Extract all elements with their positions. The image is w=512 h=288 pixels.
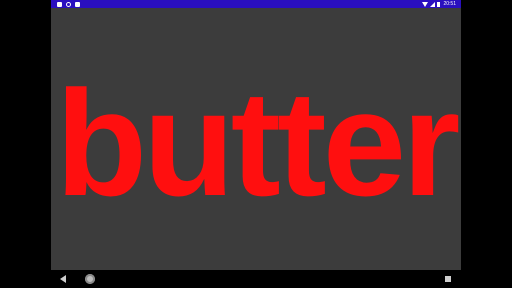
app-screen: 20:51 butter	[51, 0, 461, 288]
recents-icon[interactable]	[445, 276, 451, 282]
home-icon[interactable]	[85, 274, 95, 284]
wifi-icon	[422, 1, 429, 7]
navigation-bar	[51, 270, 461, 288]
signal-icon	[430, 1, 436, 7]
settings-icon	[66, 1, 71, 7]
battery-icon	[437, 1, 441, 7]
status-right-icons: 20:51	[422, 0, 456, 8]
status-time: 20:51	[443, 1, 456, 7]
lock-icon	[75, 1, 80, 7]
status-bar: 20:51	[51, 0, 461, 8]
display-word: butter	[55, 59, 461, 227]
status-left-icons	[57, 1, 80, 7]
notification-icon	[57, 1, 62, 7]
back-icon[interactable]	[60, 275, 66, 283]
